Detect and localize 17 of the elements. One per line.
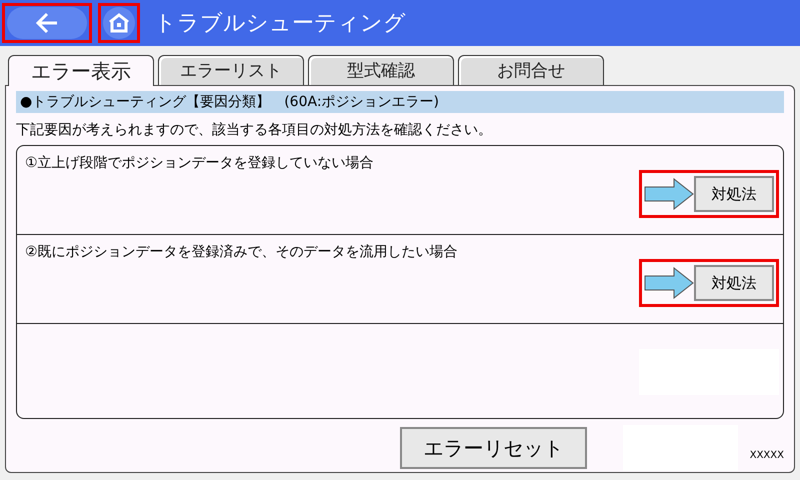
instruction-text: 下記要因が考えられますので、該当する各項目の対処方法を確認ください。 bbox=[16, 121, 493, 139]
code-label: XXXXX bbox=[750, 450, 784, 461]
tab[interactable]: 型式確認 bbox=[308, 55, 454, 85]
home-icon bbox=[108, 13, 130, 33]
remedy-button[interactable]: 対処法 bbox=[694, 265, 774, 301]
cause-text: ②既にポジションデータを登録済みで、そのデータを流用したい場合 bbox=[25, 244, 458, 260]
cause-text: ①立上げ段階でポジションデータを登録していない場合 bbox=[25, 155, 374, 171]
back-arrow-icon bbox=[34, 11, 60, 35]
tab[interactable]: お問合せ bbox=[458, 55, 604, 85]
tab[interactable]: エラーリスト bbox=[158, 55, 304, 85]
arrow-icon bbox=[644, 267, 694, 299]
remedy-button[interactable]: 対処法 bbox=[694, 176, 774, 212]
tab[interactable]: エラー表示 bbox=[8, 55, 154, 86]
arrow-icon bbox=[644, 178, 694, 210]
screen-title: トラブルシューティング bbox=[154, 10, 406, 38]
section-banner: ●トラブルシューティング【要因分類】 (60A:ポジションエラー) bbox=[16, 91, 784, 113]
error-reset-button[interactable]: エラーリセット bbox=[400, 427, 588, 469]
